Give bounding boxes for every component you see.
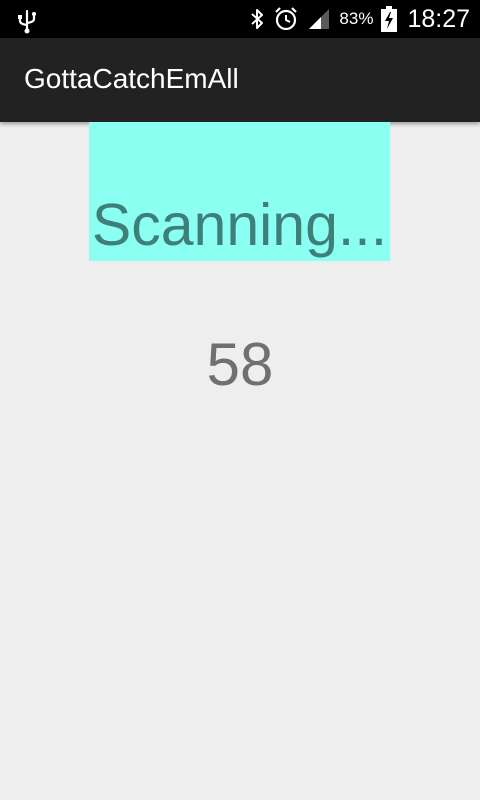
usb-icon bbox=[16, 8, 38, 34]
scan-status-text: Scanning... bbox=[91, 192, 388, 258]
bluetooth-icon bbox=[249, 7, 265, 31]
device-count: 58 bbox=[206, 331, 274, 398]
clock: 18:27 bbox=[407, 4, 470, 33]
signal-icon bbox=[307, 7, 331, 31]
app-title: GottaCatchEmAll bbox=[24, 63, 239, 94]
main-content: Scanning... 58 bbox=[0, 122, 480, 800]
battery-charging-icon bbox=[381, 6, 398, 32]
alarm-icon bbox=[273, 6, 299, 32]
battery-percent: 83% bbox=[339, 9, 374, 28]
status-icons: 83% 18:27 bbox=[249, 0, 470, 38]
scan-status-box: Scanning... bbox=[89, 122, 390, 261]
status-bar: 83% 18:27 bbox=[0, 0, 480, 38]
action-bar: GottaCatchEmAll bbox=[0, 38, 480, 122]
